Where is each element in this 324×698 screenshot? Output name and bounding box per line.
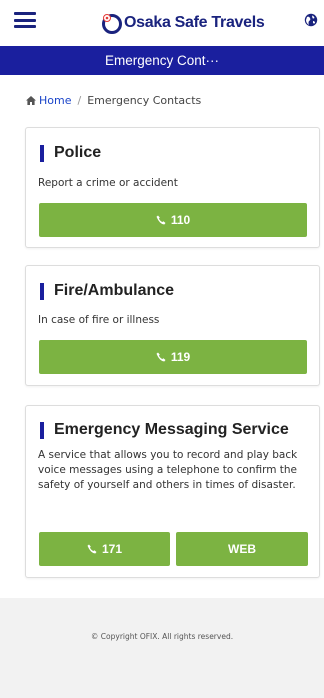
breadcrumb-current: Emergency Contacts <box>87 94 202 107</box>
call-number: 110 <box>170 213 191 227</box>
brand-name: Osaka Safe Travels <box>124 14 265 31</box>
breadcrumb-home-link[interactable]: Home <box>39 94 71 107</box>
card-police: Police Report a crime or accident 110 <box>25 127 320 248</box>
card-title: Police <box>40 144 101 162</box>
card-description: In case of fire or illness <box>38 314 160 326</box>
web-button[interactable]: WEB <box>176 532 308 566</box>
menu-icon[interactable] <box>14 12 36 28</box>
card-title: Fire/Ambulance <box>40 282 174 300</box>
card-emergency-messaging: Emergency Messaging Service A service th… <box>25 405 320 578</box>
phone-icon <box>156 215 166 225</box>
page-title: Emergency Cont··· <box>0 46 324 75</box>
call-number: 119 <box>170 350 191 364</box>
globe-icon[interactable] <box>304 13 318 27</box>
call-110-button[interactable]: 110 <box>39 203 307 237</box>
card-title: Emergency Messaging Service <box>40 421 289 439</box>
call-171-button[interactable]: 171 <box>39 532 170 566</box>
copyright: © Copyright OFIX. All rights reserved. <box>90 632 234 641</box>
breadcrumb: Home / Emergency Contacts <box>26 94 201 107</box>
brand-logo[interactable]: Osaka Safe Travels <box>100 12 265 34</box>
call-number: 171 <box>101 542 123 556</box>
footer <box>0 598 324 698</box>
call-119-button[interactable]: 119 <box>39 340 307 374</box>
breadcrumb-separator: / <box>77 94 82 107</box>
phone-icon <box>87 544 97 554</box>
card-description: Report a crime or accident <box>38 177 178 189</box>
home-icon <box>26 96 36 105</box>
logo-mark-icon <box>102 14 122 34</box>
card-fire-ambulance: Fire/Ambulance In case of fire or illnes… <box>25 265 320 386</box>
phone-icon <box>156 352 166 362</box>
card-description: A service that allows you to record and … <box>38 449 298 491</box>
web-label: WEB <box>228 542 256 556</box>
